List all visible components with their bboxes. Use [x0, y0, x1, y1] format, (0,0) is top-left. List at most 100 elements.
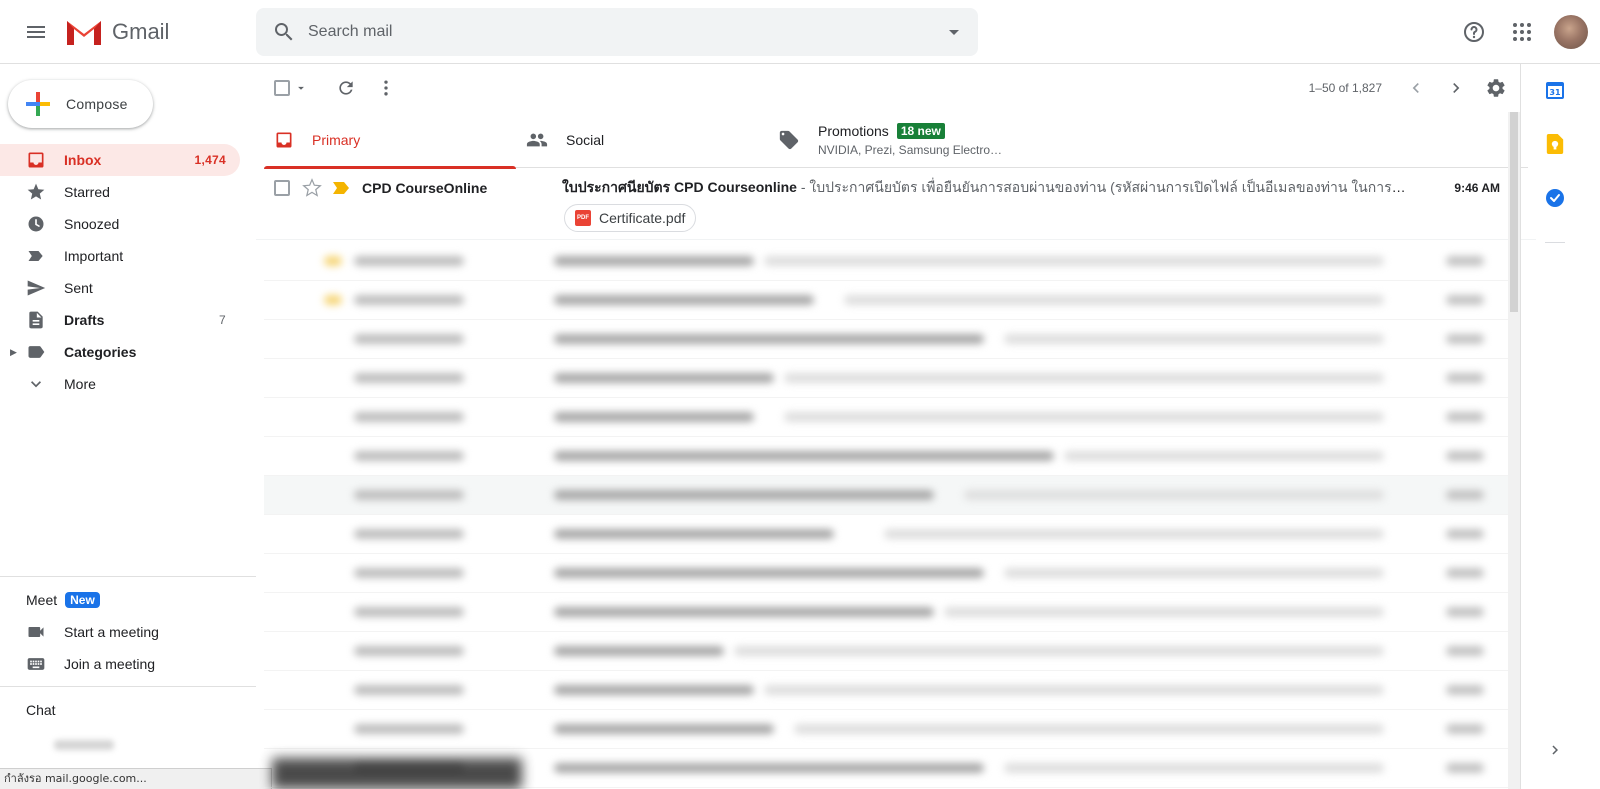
caret-down-icon[interactable]: [294, 81, 308, 95]
nav-item-starred[interactable]: Starred: [0, 176, 240, 208]
email-row-blurred[interactable]: [264, 320, 1512, 359]
tab-primary[interactable]: Primary: [264, 112, 516, 169]
chevron-right-icon: [1453, 83, 1460, 93]
email-row[interactable]: CPD CourseOnline ใบประกาศนียบัตร CPD Cou…: [256, 168, 1536, 240]
chevron-down-icon: [26, 374, 46, 394]
email-row-blurred[interactable]: [264, 593, 1512, 632]
settings-button[interactable]: [1476, 68, 1516, 108]
email-row-main: CPD CourseOnline ใบประกาศนียบัตร CPD Cou…: [256, 168, 1536, 208]
category-tabs: Primary Social Promotions 18 new NVIDIA,…: [264, 112, 1528, 169]
video-icon: [26, 622, 46, 642]
search-options-button[interactable]: [930, 8, 978, 56]
scroll-thumb[interactable]: [1510, 112, 1518, 312]
nav-item-sent[interactable]: Sent: [0, 272, 240, 304]
nav-item-snoozed[interactable]: Snoozed: [0, 208, 240, 240]
email-row-blurred[interactable]: [264, 437, 1512, 476]
keep-button[interactable]: [1535, 124, 1575, 164]
nav-item-inbox[interactable]: Inbox 1,474: [0, 144, 240, 176]
join-meeting-button[interactable]: Join a meeting: [0, 648, 256, 680]
send-icon: [26, 278, 46, 298]
pagination-text: 1–50 of 1,827: [1308, 81, 1382, 95]
search-icon[interactable]: [260, 8, 308, 56]
prev-page-button[interactable]: [1396, 68, 1436, 108]
refresh-button[interactable]: [326, 68, 366, 108]
nav-item-categories[interactable]: ▶ Categories: [0, 336, 240, 368]
email-row-blurred[interactable]: [264, 671, 1512, 710]
search-bar[interactable]: [256, 8, 978, 56]
pdf-icon: PDF: [575, 210, 591, 226]
apps-button[interactable]: [1500, 10, 1544, 54]
keyboard-icon: [26, 654, 46, 674]
start-meeting-button[interactable]: Start a meeting: [0, 616, 256, 648]
nav-count: 1,474: [194, 153, 226, 167]
select-all-checkbox[interactable]: [274, 80, 308, 96]
nav-item-drafts[interactable]: Drafts 7: [0, 304, 240, 336]
calendar-icon: 31: [1546, 82, 1564, 99]
side-panel-divider: [1545, 242, 1565, 243]
checkbox[interactable]: [274, 80, 290, 96]
pagination: 1–50 of 1,827: [1309, 68, 1516, 108]
email-row-blurred[interactable]: [264, 632, 1512, 671]
support-button[interactable]: [1452, 10, 1496, 54]
email-time: 9:46 AM: [1454, 181, 1500, 195]
meet-header: Meet New: [0, 591, 256, 609]
nav-label: Categories: [64, 344, 137, 360]
gmail-logo[interactable]: Gmail: [64, 16, 169, 48]
email-row-blurred[interactable]: [264, 554, 1512, 593]
tab-text: Promotions 18 new NVIDIA, Prezi, Samsung…: [818, 123, 1002, 157]
new-badge: New: [65, 592, 100, 608]
email-checkbox[interactable]: [274, 180, 290, 196]
expand-arrow-icon[interactable]: ▶: [10, 347, 17, 358]
app-name: Gmail: [112, 19, 170, 44]
nav-label: Sent: [64, 280, 93, 296]
nav-label: Snoozed: [64, 216, 120, 232]
more-vertical-icon: [384, 80, 388, 96]
search-input[interactable]: [308, 23, 930, 41]
label-icon: [26, 342, 46, 362]
chevron-right-icon: [1552, 745, 1558, 755]
more-actions-button[interactable]: [366, 68, 406, 108]
email-row-blurred[interactable]: [264, 398, 1512, 437]
folder-nav: Inbox 1,474 Starred Snoozed Important Se…: [0, 144, 240, 400]
chat-contact-blurred[interactable]: [54, 740, 114, 750]
nav-label: More: [64, 376, 96, 392]
nav-item-more[interactable]: More: [0, 368, 240, 400]
email-row-blurred[interactable]: [264, 359, 1512, 398]
sidebar: Compose Inbox 1,474 Starred Snoozed Impo…: [0, 64, 256, 769]
mail-list-area: 1–50 of 1,827 Primary Social Promotions …: [256, 64, 1536, 789]
meet-title: Meet: [26, 592, 58, 608]
calendar-button[interactable]: 31: [1535, 70, 1575, 110]
main-menu-button[interactable]: [16, 12, 56, 52]
mail-scrollbar[interactable]: [1508, 112, 1520, 789]
inbox-icon: [276, 132, 292, 148]
show-side-panel-button[interactable]: [1535, 730, 1575, 770]
account-avatar[interactable]: [1554, 15, 1588, 49]
meet-item-label: Start a meeting: [64, 624, 159, 640]
people-icon: [526, 133, 548, 147]
important-icon: [26, 246, 46, 266]
hamburger-menu-icon: [27, 26, 45, 38]
attachment-name: Certificate.pdf: [599, 210, 686, 226]
blurred-overlay: [272, 758, 522, 789]
tab-senders-preview: NVIDIA, Prezi, Samsung Electro…: [818, 143, 1003, 157]
email-row-blurred[interactable]: [264, 515, 1512, 554]
nav-item-important[interactable]: Important: [0, 240, 240, 272]
apps-grid-icon: [1513, 23, 1531, 41]
compose-button[interactable]: Compose: [8, 80, 153, 128]
browser-status-bar: กำลังรอ mail.google.com...: [0, 768, 272, 789]
draft-icon: [26, 310, 46, 330]
tab-promotions[interactable]: Promotions 18 new NVIDIA, Prezi, Samsung…: [768, 112, 1168, 168]
new-count-badge: 18 new: [896, 123, 945, 139]
email-row-blurred[interactable]: [264, 476, 1512, 515]
tab-social[interactable]: Social: [516, 112, 768, 168]
email-row-blurred[interactable]: [264, 710, 1512, 749]
email-row-blurred[interactable]: [264, 281, 1512, 320]
blurred-email-list: [264, 242, 1512, 789]
star-toggle-icon[interactable]: [302, 178, 322, 198]
chevron-left-icon: [1412, 83, 1419, 93]
tasks-button[interactable]: [1535, 178, 1575, 218]
email-row-blurred[interactable]: [264, 242, 1512, 281]
important-marker-icon[interactable]: [332, 179, 350, 197]
next-page-button[interactable]: [1436, 68, 1476, 108]
attachment-chip[interactable]: PDF Certificate.pdf: [564, 204, 697, 232]
